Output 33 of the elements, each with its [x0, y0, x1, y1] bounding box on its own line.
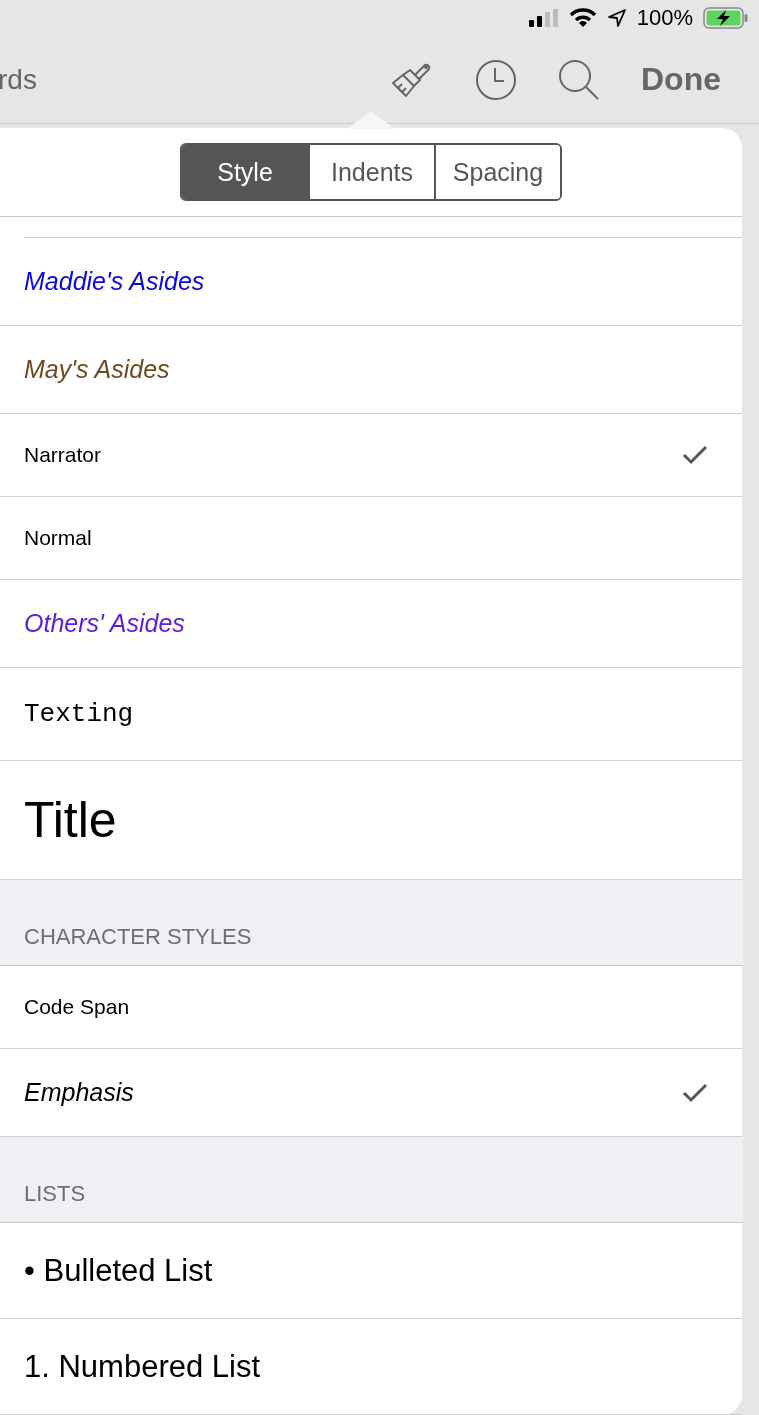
battery-charging-icon — [703, 7, 749, 30]
style-name: Texting — [24, 699, 134, 729]
style-name: Others' Asides — [24, 609, 185, 638]
segment-tab[interactable]: Spacing — [434, 145, 560, 199]
battery-percent: 100% — [636, 5, 693, 32]
style-row[interactable]: Code Span — [0, 966, 742, 1049]
wifi-icon — [568, 8, 597, 29]
style-row[interactable]: Narrator — [0, 414, 742, 497]
style-row[interactable]: Normal — [0, 497, 742, 580]
style-name: Emphasis — [24, 1078, 134, 1107]
clock-icon[interactable] — [475, 58, 517, 101]
style-row[interactable]: • Bulleted List — [0, 1223, 742, 1319]
location-arrow-icon — [606, 8, 627, 29]
signal-icon — [528, 9, 559, 28]
style-row[interactable]: Texting — [0, 668, 742, 761]
section-title: CHARACTER STYLES — [24, 924, 252, 950]
style-name: Narrator — [24, 443, 102, 467]
style-name: Code Span — [24, 995, 130, 1019]
style-name: 1. Numbered List — [24, 1348, 261, 1385]
style-name: • Bulleted List — [24, 1252, 213, 1289]
style-name: Maddie's Asides — [24, 267, 205, 296]
style-name: Title — [24, 791, 117, 849]
style-name: May's Asides — [24, 355, 170, 384]
back-button[interactable]: rds — [0, 63, 37, 96]
segment-tab[interactable]: Style — [182, 145, 308, 199]
style-row[interactable]: Others' Asides — [0, 580, 742, 668]
search-icon[interactable] — [557, 57, 601, 102]
style-row[interactable]: May's Asides — [0, 326, 742, 414]
done-button[interactable]: Done — [641, 61, 721, 99]
section-title: LISTS — [24, 1181, 86, 1207]
style-name: Normal — [24, 526, 92, 550]
style-row[interactable]: Maddie's Asides — [0, 238, 742, 326]
style-row[interactable]: 1. Numbered List — [0, 1319, 742, 1415]
